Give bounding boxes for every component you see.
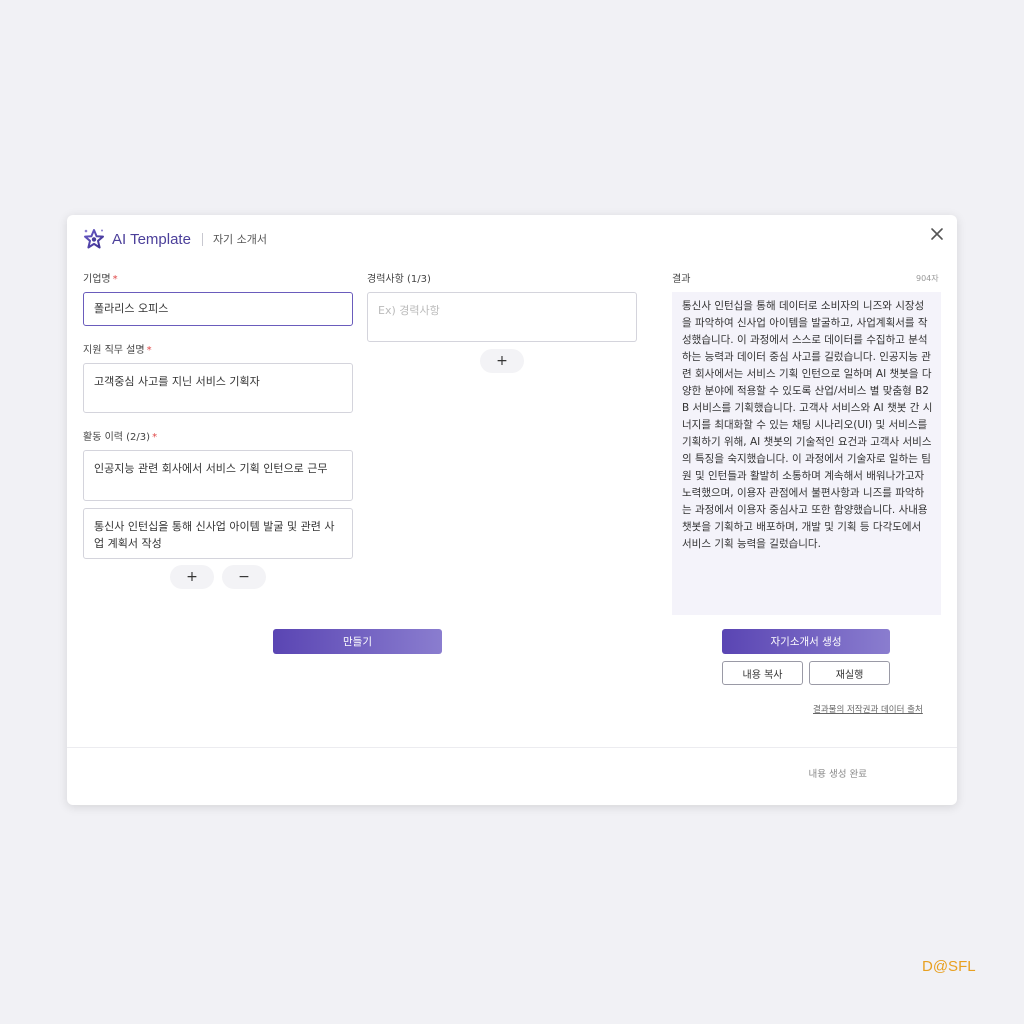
add-career-button[interactable]: + [480,349,524,373]
status-text: 내용 생성 완료 [808,769,867,780]
result-label: 결과 [672,274,691,285]
activity-input-2[interactable]: 통신사 인턴십을 통해 신사업 아이템 발굴 및 관련 사업 계획서 작성 [83,508,353,559]
company-input[interactable]: 폴라리스 오피스 [83,292,353,326]
copy-content-button[interactable]: 내용 복사 [722,661,803,685]
app-title: AI Template [112,230,191,248]
ai-template-dialog: AI Template 자기 소개서 기업명 * 폴라리스 오피스 지원 직무 설… [67,215,957,805]
dialog-header: AI Template 자기 소개서 [82,225,267,253]
add-activity-button[interactable]: + [170,565,214,589]
template-subtitle: 자기 소개서 [212,233,268,246]
footer-divider [67,747,957,748]
result-text[interactable]: 통신사 인턴십을 통해 데이터로 소비자의 니즈와 시장성을 파악하여 신사업 … [672,292,941,615]
job-description-label: 지원 직무 설명 * [83,341,152,356]
copyright-link[interactable]: 결과물의 저작권과 데이터 출처 [813,703,923,715]
create-button[interactable]: 만들기 [273,629,442,654]
career-label: 경력사항 (1/3) [367,274,431,285]
activity-input-1[interactable]: 인공지능 관련 회사에서 서비스 기획 인턴으로 근무 [83,450,353,501]
close-icon[interactable] [930,227,944,241]
remove-activity-button[interactable]: − [222,565,266,589]
required-mark: * [146,345,152,356]
activities-label-text: 활동 이력 (2/3) [83,432,151,443]
career-input[interactable]: Ex) 경력사항 [367,292,637,342]
watermark-logo: D@SFL [922,958,976,975]
required-mark: * [152,432,158,443]
company-label-text: 기업명 [83,274,111,285]
job-description-label-text: 지원 직무 설명 [83,345,145,356]
required-mark: * [112,274,118,285]
company-label: 기업명 * [83,270,118,285]
job-description-input[interactable]: 고객중심 사고를 지닌 서비스 기획자 [83,363,353,413]
generate-cover-letter-button[interactable]: 자기소개서 생성 [722,629,890,654]
star-sparkle-icon [84,229,104,249]
header-divider [201,232,203,246]
rerun-button[interactable]: 재실행 [809,661,890,685]
char-count: 904자 [916,274,939,283]
activities-label: 활동 이력 (2/3) * [83,428,157,443]
